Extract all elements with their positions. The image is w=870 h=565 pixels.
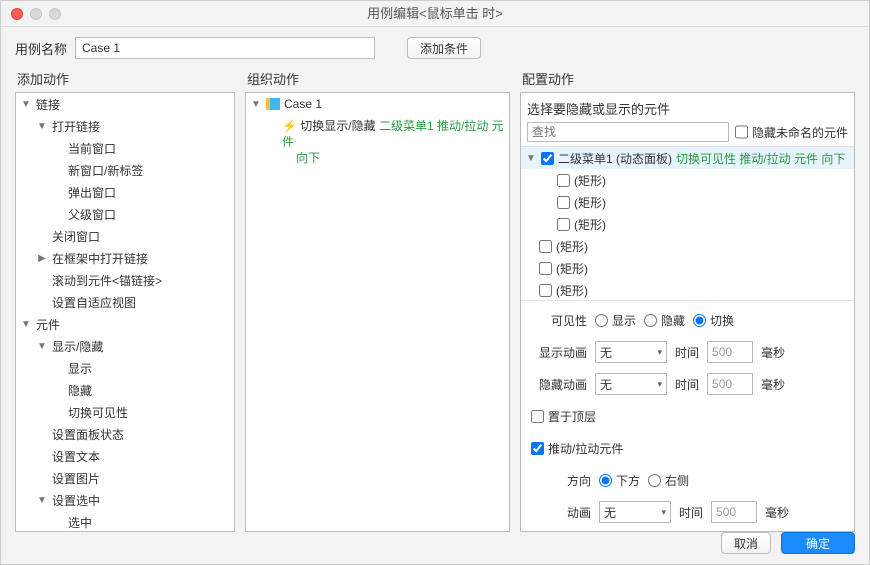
tree-set-panel-state[interactable]: 设置面板状态 <box>16 423 234 445</box>
widget-checkbox[interactable] <box>557 174 570 187</box>
widget-search-input[interactable] <box>527 122 729 142</box>
direction-down-radio[interactable]: 下方 <box>599 472 640 489</box>
widget-checkbox[interactable] <box>557 196 570 209</box>
widget-label: (矩形) <box>574 172 606 189</box>
add-action-header: 添加动作 <box>15 65 235 92</box>
show-anim-time[interactable]: 500 <box>707 341 753 363</box>
widget-list-item[interactable]: (矩形) <box>521 279 854 301</box>
configure-action-panel: 选择要隐藏或显示的元件 隐藏未命名的元件 二级菜单1 (动态面板) 切换可见性 … <box>520 92 855 532</box>
hide-anim-time[interactable]: 500 <box>707 373 753 395</box>
tree-popup-window[interactable]: 弹出窗口 <box>16 181 234 203</box>
action-tail: 向下 <box>282 150 505 166</box>
case-name-label: 用例名称 <box>15 39 67 58</box>
tree-new-window-tab[interactable]: 新窗口/新标签 <box>16 159 234 181</box>
widget-label: (矩形) <box>556 238 588 255</box>
visibility-label: 可见性 <box>531 312 587 329</box>
widget-label: 二级菜单1 (动态面板) <box>558 150 672 167</box>
tree-hide[interactable]: 隐藏 <box>16 379 234 401</box>
ok-button[interactable]: 确定 <box>781 532 855 554</box>
direction-right-radio[interactable]: 右侧 <box>648 472 689 489</box>
configure-action-header: 配置动作 <box>520 65 855 92</box>
tree-current-window[interactable]: 当前窗口 <box>16 137 234 159</box>
show-anim-row: 显示动画 无▾ 时间 500 毫秒 <box>531 339 844 365</box>
widget-checkbox[interactable] <box>539 240 552 253</box>
case-node[interactable]: Case 1 <box>246 93 509 115</box>
organize-action-panel[interactable]: Case 1 ⚡ 切换显示/隐藏 二级菜单1 推动/拉动 元件 向下 <box>245 92 510 532</box>
widget-list-item[interactable]: (矩形) <box>521 169 854 191</box>
tree-open-link[interactable]: 打开链接 <box>16 115 234 137</box>
zoom-window-dot <box>49 8 61 20</box>
case-label: Case 1 <box>284 97 322 111</box>
push-pull-checkbox[interactable]: 推动/拉动元件 <box>531 440 623 457</box>
widget-checkbox[interactable] <box>557 218 570 231</box>
widget-label: (矩形) <box>574 194 606 211</box>
tree-open-in-frame[interactable]: 在框架中打开链接 <box>16 247 234 269</box>
tree-set-adaptive-view[interactable]: 设置自适应视图 <box>16 291 234 313</box>
tree-close-window[interactable]: 关闭窗口 <box>16 225 234 247</box>
push-pull-anim-select[interactable]: 无▾ <box>599 501 671 523</box>
chevron-down-icon[interactable] <box>525 153 537 164</box>
tree-set-selected[interactable]: 设置选中 <box>16 489 234 511</box>
widget-label: (矩形) <box>574 216 606 233</box>
tree-toggle-visibility[interactable]: 切换可见性 <box>16 401 234 423</box>
widget-list-item[interactable]: 二级菜单1 (动态面板) 切换可见性 推动/拉动 元件 向下 <box>521 147 854 169</box>
add-condition-button[interactable]: 添加条件 <box>407 37 481 59</box>
add-action-panel[interactable]: 链接 打开链接 当前窗口 新窗口/新标签 弹出窗口 父级窗口 关闭窗口 在框架中… <box>15 92 235 532</box>
cancel-button[interactable]: 取消 <box>721 532 771 554</box>
case-name-input[interactable] <box>75 37 375 59</box>
widget-list[interactable]: 二级菜单1 (动态面板) 切换可见性 推动/拉动 元件 向下 (矩形) (矩形) (矩… <box>521 146 854 301</box>
tree-set-image[interactable]: 设置图片 <box>16 467 234 489</box>
widget-list-item[interactable]: (矩形) <box>521 191 854 213</box>
choose-widgets-label: 选择要隐藏或显示的元件 <box>521 93 854 122</box>
visibility-row: 可见性 显示 隐藏 切换 <box>531 307 844 333</box>
window-traffic-lights <box>11 8 61 20</box>
show-anim-select[interactable]: 无▾ <box>595 341 667 363</box>
organize-action-header: 组织动作 <box>245 65 510 92</box>
close-window-dot[interactable] <box>11 8 23 20</box>
tree-widgets[interactable]: 元件 <box>16 313 234 335</box>
push-pull-time[interactable]: 500 <box>711 501 757 523</box>
widget-checkbox[interactable] <box>539 284 552 297</box>
hide-anim-row: 隐藏动画 无▾ 时间 500 毫秒 <box>531 371 844 397</box>
visibility-hide-radio[interactable]: 隐藏 <box>644 312 685 329</box>
window-title: 用例编辑<鼠标单击 时> <box>1 1 869 27</box>
minimize-window-dot <box>30 8 42 20</box>
tree-scroll-anchor[interactable]: 滚动到元件<锚链接> <box>16 269 234 291</box>
widget-checkbox[interactable] <box>541 152 554 165</box>
tree-parent-window[interactable]: 父级窗口 <box>16 203 234 225</box>
bring-to-front-checkbox[interactable]: 置于顶层 <box>531 408 596 425</box>
action-node[interactable]: ⚡ 切换显示/隐藏 二级菜单1 推动/拉动 元件 向下 <box>246 115 509 169</box>
widget-label: (矩形) <box>556 282 588 299</box>
action-prefix: 切换显示/隐藏 <box>300 119 375 133</box>
case-icon <box>266 98 280 110</box>
bolt-icon: ⚡ <box>282 119 297 133</box>
widget-extra: 切换可见性 推动/拉动 元件 向下 <box>676 150 845 167</box>
tree-links[interactable]: 链接 <box>16 93 234 115</box>
hide-unnamed-checkbox[interactable]: 隐藏未命名的元件 <box>735 122 848 142</box>
widget-label: (矩形) <box>556 260 588 277</box>
tree-show-hide[interactable]: 显示/隐藏 <box>16 335 234 357</box>
visibility-show-radio[interactable]: 显示 <box>595 312 636 329</box>
tree-set-text[interactable]: 设置文本 <box>16 445 234 467</box>
widget-checkbox[interactable] <box>539 262 552 275</box>
tree-show[interactable]: 显示 <box>16 357 234 379</box>
widget-list-item[interactable]: (矩形) <box>521 213 854 235</box>
widget-list-item[interactable]: (矩形) <box>521 235 854 257</box>
visibility-toggle-radio[interactable]: 切换 <box>693 312 734 329</box>
hide-anim-select[interactable]: 无▾ <box>595 373 667 395</box>
tree-select[interactable]: 选中 <box>16 511 234 532</box>
widget-list-item[interactable]: (矩形) <box>521 257 854 279</box>
